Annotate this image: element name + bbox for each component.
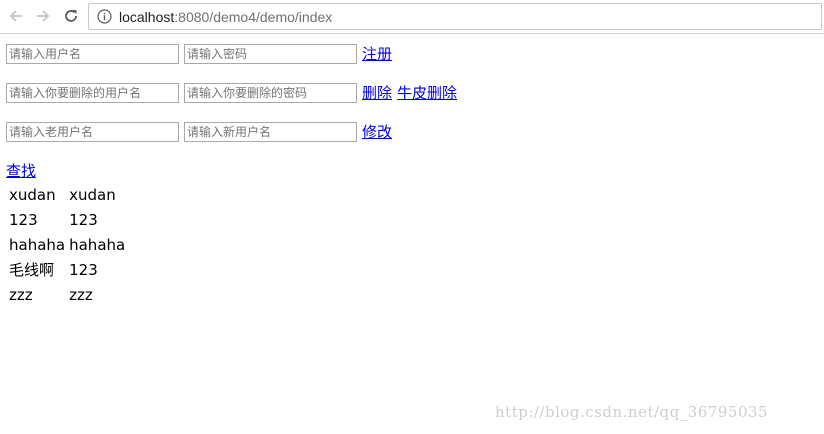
browser-toolbar: localhost:8080/demo4/demo/index bbox=[0, 0, 824, 34]
delete-password-input[interactable] bbox=[184, 83, 357, 103]
table-cell: 毛线啊 bbox=[9, 261, 55, 279]
new-username-input[interactable] bbox=[184, 122, 357, 142]
delete-username-input[interactable] bbox=[6, 83, 179, 103]
table-cell: 123 bbox=[69, 261, 98, 279]
table-row: zzz zzz bbox=[8, 284, 126, 307]
table-cell: zzz bbox=[9, 286, 33, 304]
results-table-body: xudan xudan 123 123 hahaha hahaha 毛线啊 123 zzz zzz bbox=[8, 184, 126, 307]
register-form: 注册 bbox=[6, 44, 397, 64]
table-row: xudan xudan bbox=[8, 184, 126, 207]
forward-button[interactable] bbox=[32, 5, 54, 27]
update-form: 修改 bbox=[6, 122, 397, 142]
table-cell: hahaha bbox=[69, 236, 126, 254]
reload-button[interactable] bbox=[60, 5, 82, 27]
fancy-delete-link[interactable]: 牛皮删除 bbox=[397, 83, 457, 103]
table-cell: hahaha bbox=[9, 236, 66, 254]
delete-form: 删除 牛皮删除 bbox=[6, 83, 462, 103]
url-host: localhost bbox=[119, 9, 175, 25]
table-cell: 123 bbox=[69, 211, 98, 229]
info-icon[interactable] bbox=[97, 9, 112, 24]
table-row: 123 123 bbox=[8, 209, 126, 232]
address-bar[interactable]: localhost:8080/demo4/demo/index bbox=[88, 3, 822, 30]
reload-icon bbox=[65, 9, 77, 22]
find-link[interactable]: 查找 bbox=[6, 161, 36, 181]
table-cell: zzz bbox=[69, 286, 93, 304]
watermark: http://blog.csdn.net/qq_36795035 bbox=[495, 403, 769, 421]
register-username-input[interactable] bbox=[6, 44, 179, 64]
table-cell: xudan bbox=[9, 186, 56, 204]
register-link[interactable]: 注册 bbox=[362, 44, 392, 64]
url-text: localhost:8080/demo4/demo/index bbox=[119, 8, 332, 26]
back-arrow-icon bbox=[9, 10, 22, 22]
old-username-input[interactable] bbox=[6, 122, 179, 142]
results-table: xudan xudan 123 123 hahaha hahaha 毛线啊 123 zzz zzz bbox=[6, 182, 128, 309]
delete-link[interactable]: 删除 bbox=[362, 83, 392, 103]
back-button[interactable] bbox=[5, 5, 27, 27]
page-content: 注册 删除 牛皮删除 修改 查找 xudanxudan123123hahahah… bbox=[0, 35, 824, 434]
url-path: :8080/demo4/demo/index bbox=[174, 9, 333, 25]
table-cell: 123 bbox=[9, 211, 38, 229]
update-link[interactable]: 修改 bbox=[362, 122, 392, 142]
table-cell: xudan bbox=[69, 186, 116, 204]
table-row: 毛线啊 123 bbox=[8, 259, 126, 282]
forward-arrow-icon bbox=[37, 10, 50, 22]
register-password-input[interactable] bbox=[184, 44, 357, 64]
table-row: hahaha hahaha bbox=[8, 234, 126, 257]
